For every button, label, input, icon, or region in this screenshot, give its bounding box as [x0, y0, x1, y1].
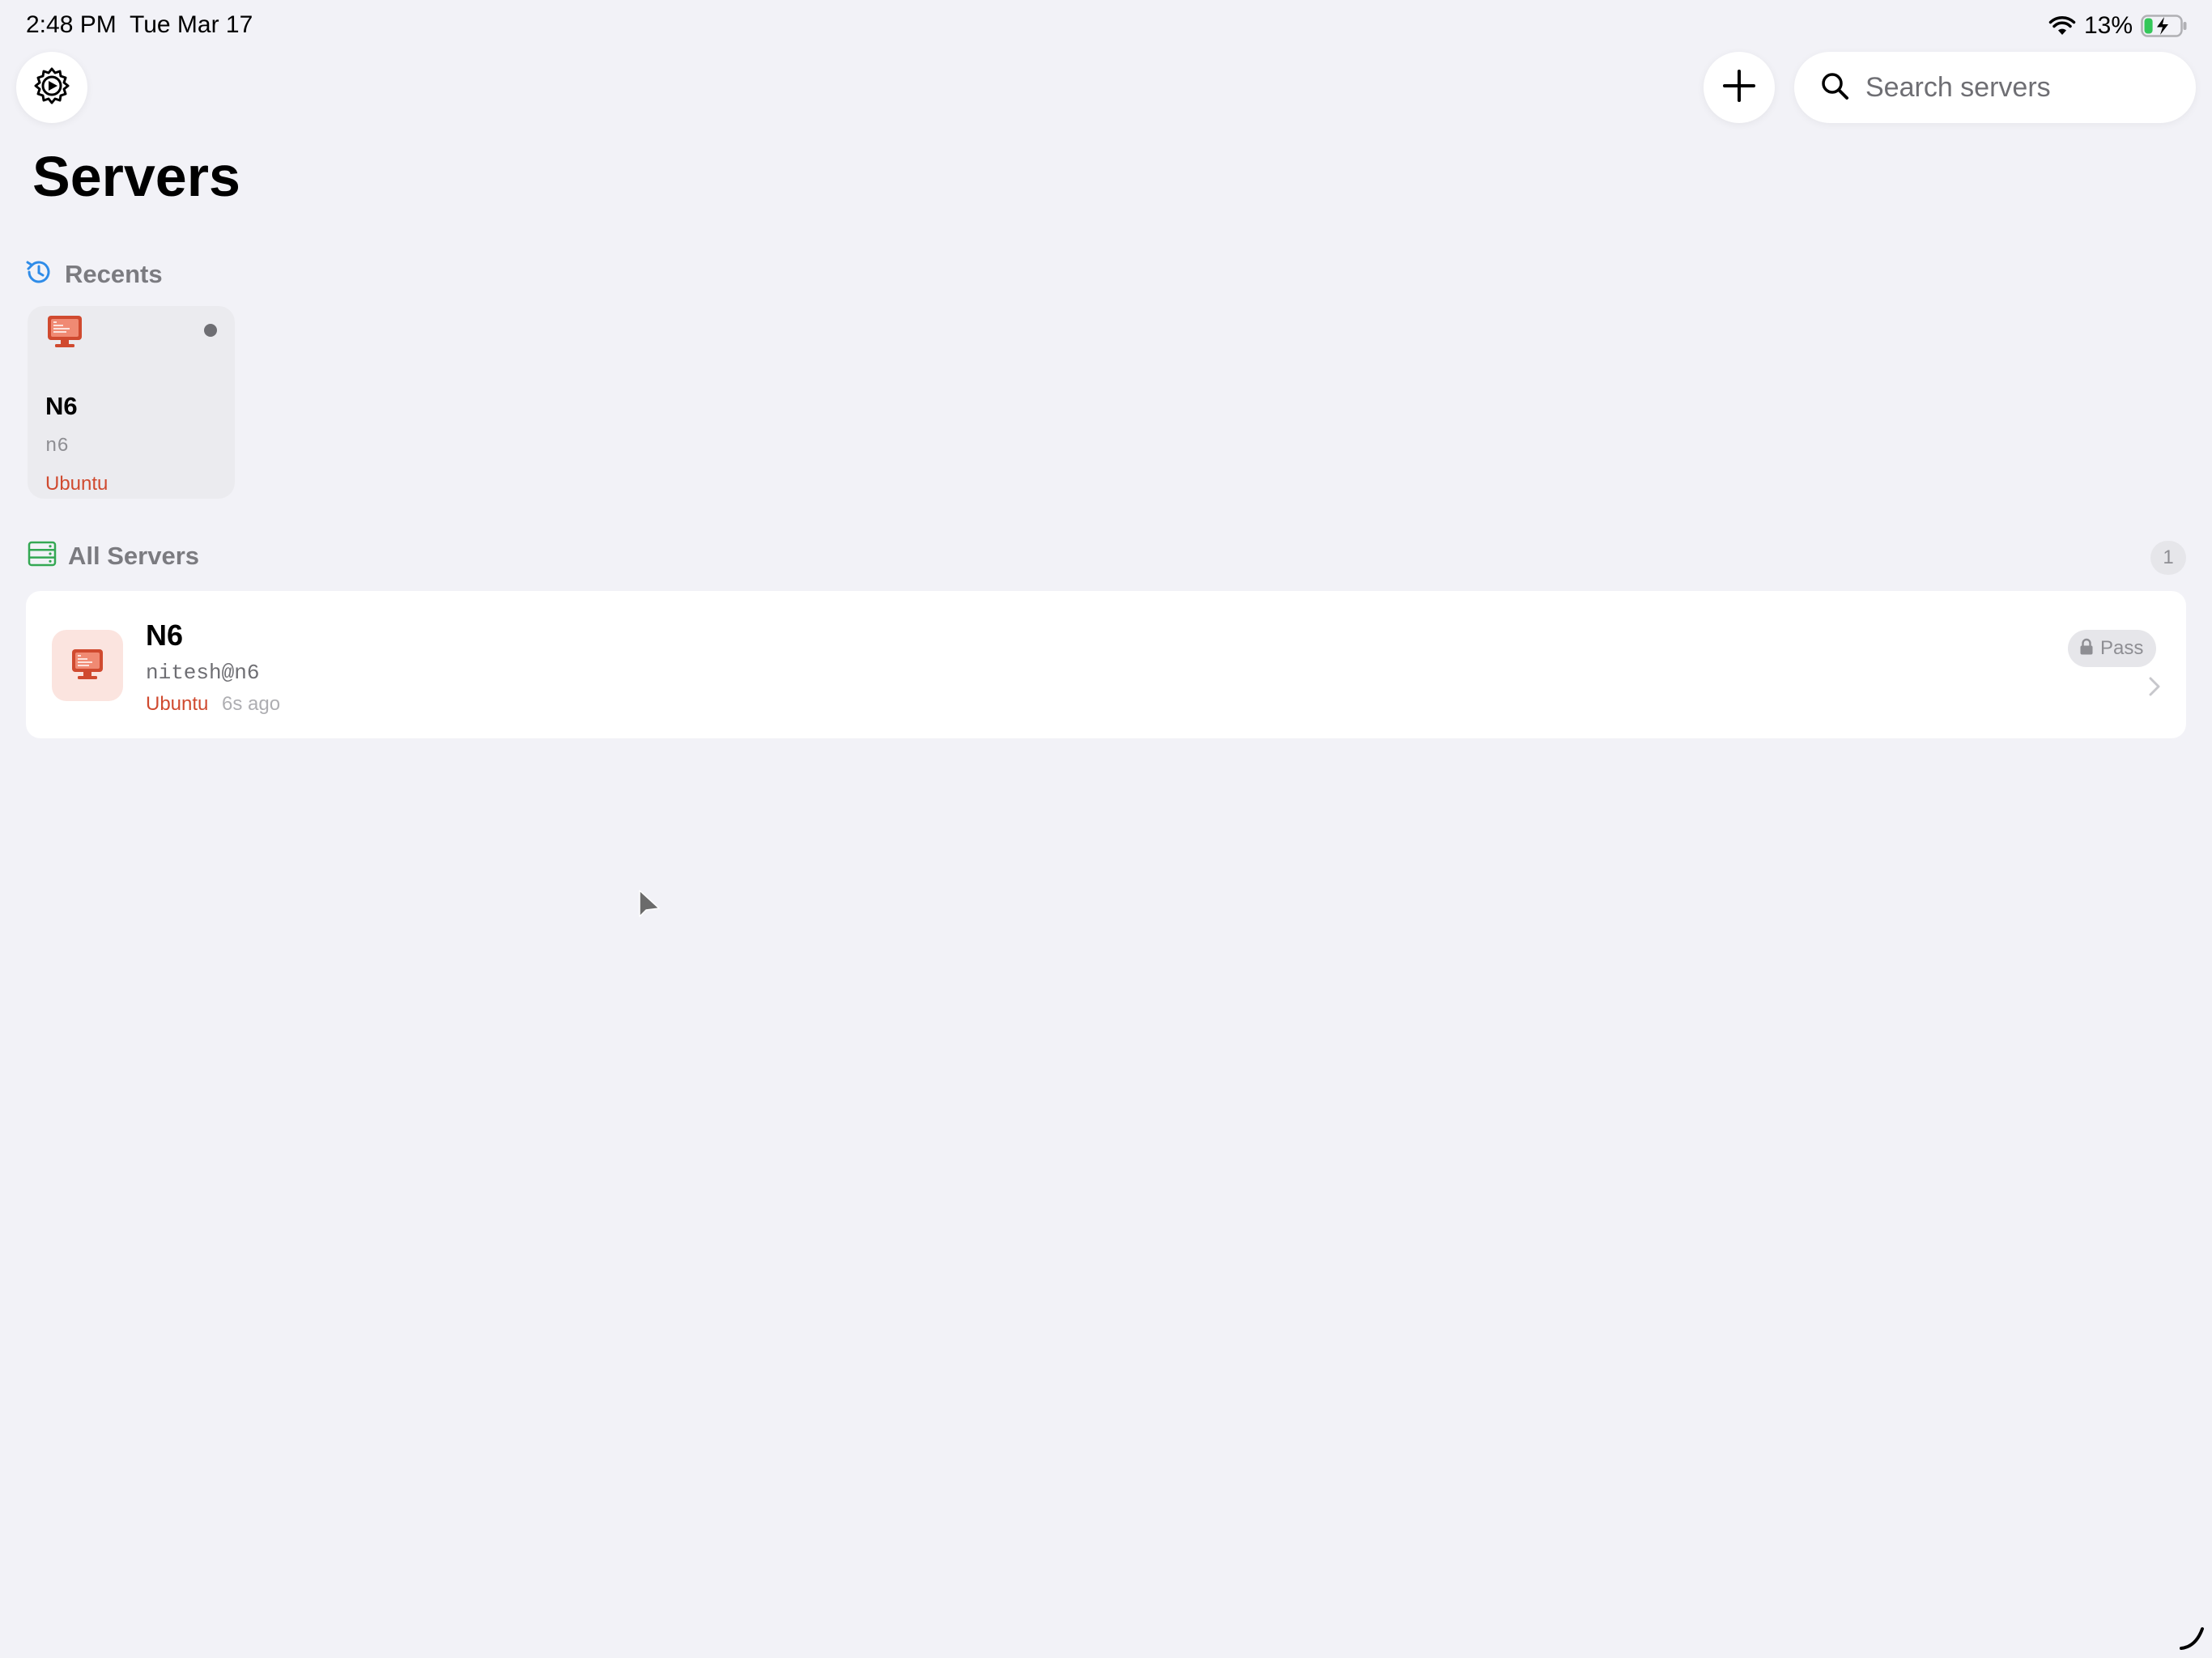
status-indicators: 13% — [2048, 11, 2188, 40]
recent-server-os: Ubuntu — [45, 473, 108, 495]
all-servers-header: All Servers — [28, 541, 199, 571]
pointer-cursor-icon — [636, 889, 662, 924]
auth-badge: Pass — [2068, 630, 2157, 667]
settings-button[interactable] — [16, 52, 87, 123]
server-name: N6 — [146, 619, 184, 652]
server-os: Ubuntu — [146, 693, 209, 715]
battery-percent: 13% — [2083, 12, 2133, 39]
plus-icon — [1721, 68, 1757, 108]
search-input[interactable] — [1865, 71, 2189, 104]
recent-server-host: n6 — [45, 436, 69, 457]
add-server-button[interactable] — [1704, 52, 1775, 123]
wifi-icon — [2048, 15, 2076, 36]
search-bar[interactable] — [1794, 52, 2196, 123]
server-row[interactable]: N6 nitesh@n6 Ubuntu 6s ago Pass — [26, 591, 2186, 738]
server-count-badge: 1 — [2150, 541, 2186, 575]
status-dot — [204, 324, 217, 337]
status-bar: 2:48 PM Tue Mar 17 13% — [0, 0, 2212, 52]
server-rack-icon — [28, 541, 57, 571]
recent-server-name: N6 — [45, 392, 78, 420]
status-date: Tue Mar 17 — [130, 11, 253, 38]
status-time: 2:48 PM — [26, 11, 117, 38]
lock-icon — [2079, 638, 2094, 660]
all-servers-label: All Servers — [68, 541, 199, 570]
battery-charging-icon — [2141, 15, 2188, 37]
server-icon-tile — [52, 630, 123, 701]
gear-icon — [32, 66, 72, 110]
recents-label: Recents — [65, 259, 163, 288]
server-last-connected: 6s ago — [222, 693, 281, 715]
recents-header: Recents — [24, 257, 163, 291]
chevron-right-icon — [2147, 675, 2162, 702]
auth-type: Pass — [2100, 637, 2144, 659]
search-icon — [1820, 71, 1849, 104]
recent-server-card[interactable]: N6 n6 Ubuntu — [28, 306, 235, 499]
monitor-icon — [45, 312, 84, 355]
page-title: Servers — [32, 145, 240, 208]
monitor-icon — [68, 644, 107, 687]
corner-indicator-icon — [2178, 1624, 2206, 1656]
server-host: nitesh@n6 — [146, 661, 260, 685]
clock-history-icon — [24, 257, 53, 291]
